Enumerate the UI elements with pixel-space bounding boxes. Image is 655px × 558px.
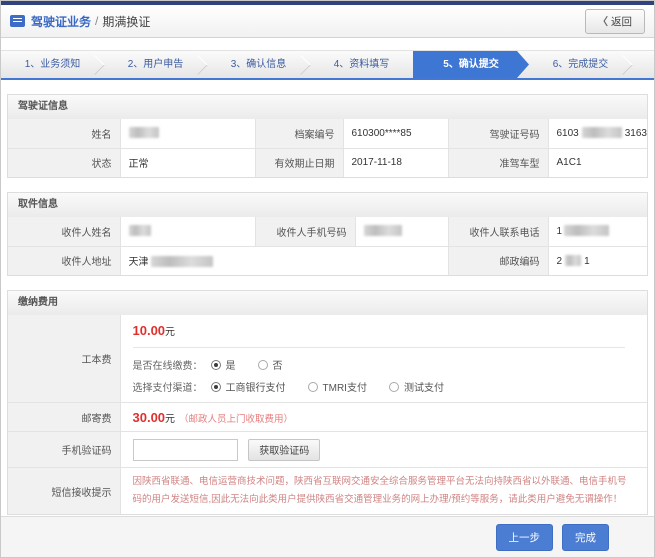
pay-channel-radio-group: 选择支付渠道： 工商银行支付 TMRI支付 测试支付: [133, 379, 636, 394]
radio-unselected-icon: [258, 360, 268, 370]
expiry-label: 有效期止日期: [255, 148, 343, 177]
step-3-confirm-info[interactable]: 3、确认信息: [207, 51, 310, 78]
step-1-business-notice[interactable]: 1、业务须知: [1, 51, 104, 78]
payment-section-title: 缴纳费用: [8, 291, 647, 315]
license-no-value: 61033163X: [548, 119, 647, 148]
radio-selected-icon: [211, 360, 221, 370]
recipient-address-value: 天津: [120, 246, 448, 275]
recipient-tel-value: 1: [548, 217, 647, 246]
redacted-name: [129, 127, 159, 138]
radio-channel-test[interactable]: 测试支付: [389, 379, 444, 394]
recipient-mobile-label: 收件人手机号码: [255, 217, 355, 246]
recipient-tel-label: 收件人联系电话: [448, 217, 548, 246]
redacted-recipient-name: [129, 225, 151, 236]
radio-unselected-icon: [389, 382, 399, 392]
table-row: 状态 正常 有效期止日期 2017-11-18 准驾车型 A1C1: [8, 148, 647, 177]
document-list-icon: [10, 15, 25, 27]
step-5-confirm-submit[interactable]: 5、确认提交: [413, 51, 529, 78]
status-label: 状态: [8, 148, 120, 177]
recipient-name-value: [120, 217, 255, 246]
vehicle-type-label: 准驾车型: [448, 148, 548, 177]
get-captcha-button[interactable]: 获取验证码: [248, 439, 320, 461]
radio-online-no[interactable]: 否: [258, 357, 283, 372]
license-section-title: 驾驶证信息: [8, 95, 647, 119]
captcha-input[interactable]: [133, 439, 238, 461]
step-6-finish-submit[interactable]: 6、完成提交: [529, 51, 632, 78]
license-info-section: 驾驶证信息 姓名 档案编号 610300****85 驾驶证号码 6103316…: [7, 94, 648, 178]
online-pay-caption: 是否在线缴费：: [133, 357, 203, 372]
expiry-value: 2017-11-18: [343, 148, 448, 177]
sms-notice-cell: 因陕西省联通、电信运营商技术问题，陕西省互联网交通安全综合服务管理平台无法向持陕…: [120, 468, 647, 515]
table-row: 短信接收提示 因陕西省联通、电信运营商技术问题，陕西省互联网交通安全综合服务管理…: [8, 468, 647, 515]
main-content: 驾驶证信息 姓名 档案编号 610300****85 驾驶证号码 6103316…: [1, 80, 654, 515]
captcha-label: 手机验证码: [8, 432, 120, 468]
breadcrumb-current: 期满换证: [102, 13, 150, 30]
radio-unselected-icon: [308, 382, 318, 392]
zip-code-value: 21: [548, 246, 647, 275]
redacted-zip: [565, 255, 581, 266]
production-fee-label: 工本费: [8, 315, 120, 403]
footer-action-bar: 上一步 完成: [1, 516, 654, 557]
table-row: 收件人地址 天津 邮政编码 21: [8, 246, 647, 275]
table-row: 邮寄费 30.00元（邮政人员上门收取费用）: [8, 403, 647, 432]
divider: [133, 347, 625, 348]
status-value: 正常: [120, 148, 255, 177]
production-fee-cell: 10.00元 是否在线缴费： 是 否 选择支付渠道： 工商银行支付 TMRI支付…: [120, 315, 647, 403]
recipient-name-label: 收件人姓名: [8, 217, 120, 246]
sms-notice-label: 短信接收提示: [8, 468, 120, 515]
radio-selected-icon: [211, 382, 221, 392]
breadcrumb-separator: /: [95, 14, 98, 28]
back-button-label: 返回: [611, 16, 632, 28]
name-value: [120, 119, 255, 148]
table-row: 收件人姓名 收件人手机号码 收件人联系电话 1: [8, 217, 647, 246]
recipient-mobile-value: [355, 217, 448, 246]
previous-step-button[interactable]: 上一步: [496, 524, 554, 551]
page-header: 驾驶证业务 / 期满换证 〈返回: [1, 5, 654, 38]
postage-note: （邮政人员上门收取费用）: [179, 414, 293, 425]
redacted-address: [151, 256, 213, 267]
payment-table: 工本费 10.00元 是否在线缴费： 是 否 选择支付渠道： 工商银行支付 TM…: [8, 315, 647, 514]
radio-online-yes[interactable]: 是: [211, 357, 236, 372]
radio-channel-tmri[interactable]: TMRI支付: [308, 379, 367, 394]
pickup-info-section: 取件信息 收件人姓名 收件人手机号码 收件人联系电话 1 收件人地址 天津 邮政…: [7, 192, 648, 276]
archive-no-value: 610300****85: [343, 119, 448, 148]
finish-button[interactable]: 完成: [562, 524, 609, 551]
archive-no-label: 档案编号: [255, 119, 343, 148]
table-row: 手机验证码 获取验证码: [8, 432, 647, 468]
table-row: 工本费 10.00元 是否在线缴费： 是 否 选择支付渠道： 工商银行支付 TM…: [8, 315, 647, 403]
radio-channel-icbc[interactable]: 工商银行支付: [211, 379, 286, 394]
pickup-info-table: 收件人姓名 收件人手机号码 收件人联系电话 1 收件人地址 天津 邮政编码 21: [8, 217, 647, 275]
name-label: 姓名: [8, 119, 120, 148]
online-pay-radio-group: 是否在线缴费： 是 否: [133, 357, 636, 372]
chevron-left-icon: 〈: [598, 16, 609, 28]
vehicle-type-value: A1C1: [548, 148, 647, 177]
step-progress-bar: 1、业务须知 2、用户申告 3、确认信息 4、资料填写 5、确认提交 6、完成提…: [1, 50, 654, 80]
zip-code-label: 邮政编码: [448, 246, 548, 275]
postage-fee-cell: 30.00元（邮政人员上门收取费用）: [120, 403, 647, 432]
step-2-user-declaration[interactable]: 2、用户申告: [104, 51, 207, 78]
payment-section: 缴纳费用 工本费 10.00元 是否在线缴费： 是 否 选择支付渠道: [7, 290, 648, 515]
postage-fee-label: 邮寄费: [8, 403, 120, 432]
redacted-mobile: [364, 225, 402, 236]
license-no-label: 驾驶证号码: [448, 119, 548, 148]
app-window: 驾驶证业务 / 期满换证 〈返回 1、业务须知 2、用户申告 3、确认信息 4、…: [0, 0, 655, 558]
production-fee-amount: 10.00元: [133, 323, 636, 338]
back-button[interactable]: 〈返回: [585, 9, 646, 34]
redacted-license-no: [582, 127, 622, 138]
recipient-address-label: 收件人地址: [8, 246, 120, 275]
pay-channel-caption: 选择支付渠道：: [133, 379, 203, 394]
captcha-cell: 获取验证码: [120, 432, 647, 468]
redacted-tel: [564, 225, 609, 236]
pickup-section-title: 取件信息: [8, 193, 647, 217]
step-4-fill-materials[interactable]: 4、资料填写: [310, 51, 413, 78]
table-row: 姓名 档案编号 610300****85 驾驶证号码 61033163X: [8, 119, 647, 148]
license-info-table: 姓名 档案编号 610300****85 驾驶证号码 61033163X 状态 …: [8, 119, 647, 177]
sms-notice-text: 因陕西省联通、电信运营商技术问题，陕西省互联网交通安全综合服务管理平台无法向持陕…: [133, 473, 636, 509]
page-title: 驾驶证业务: [31, 13, 91, 30]
